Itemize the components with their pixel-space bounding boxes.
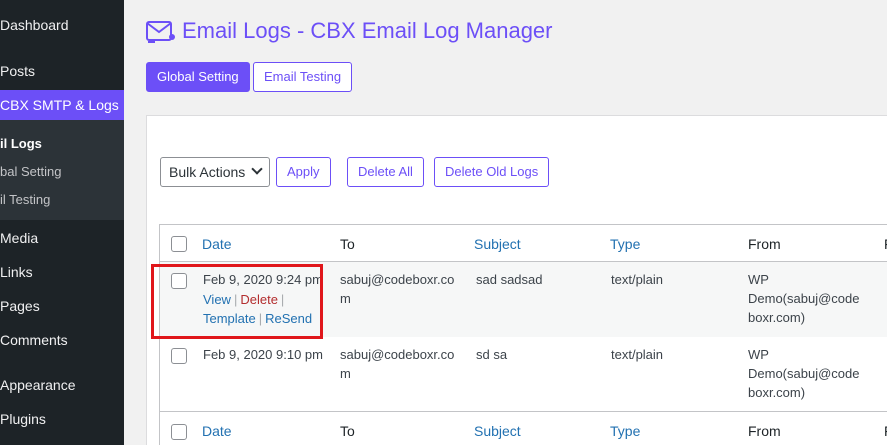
table-footer-row: Date To Subject Type From F (160, 411, 887, 445)
column-header-type[interactable]: Type (610, 236, 640, 252)
page-heading: Email Logs - CBX Email Log Manager (182, 18, 553, 43)
log-to: sabuj@codeboxr.co m (340, 270, 454, 308)
column-footer-date[interactable]: Date (202, 423, 232, 439)
log-from-line-1: WP (748, 272, 769, 287)
sidebar-item-pages[interactable]: Pages (0, 298, 40, 314)
log-from: WP Demo(sabuj@code boxr.com) (748, 345, 859, 402)
submenu-item-email-testing[interactable]: il Testing (0, 192, 50, 207)
log-to-line-1: sabuj@codeboxr.co (340, 347, 455, 362)
column-footer-from: From (748, 423, 781, 439)
sidebar-item-comments[interactable]: Comments (0, 332, 68, 348)
log-date: Feb 9, 2020 9:24 pm (203, 272, 323, 287)
log-from-line-3: boxr.com) (748, 385, 806, 400)
select-all-checkbox[interactable] (171, 236, 187, 252)
log-from: WP Demo(sabuj@code boxr.com) (748, 270, 859, 327)
sidebar-item-media[interactable]: Media (0, 230, 38, 246)
apply-button[interactable]: Apply (276, 157, 331, 187)
column-footer-to: To (340, 423, 355, 439)
log-from-line-2: Demo(sabuj@code (748, 291, 860, 306)
column-footer-type[interactable]: Type (610, 423, 640, 439)
sidebar-item-cbx-smtp-logs[interactable]: CBX SMTP & Logs (0, 90, 132, 120)
select-all-checkbox-footer[interactable] (171, 424, 187, 440)
column-header-to: To (340, 236, 355, 252)
log-to-line-2: m (340, 291, 351, 306)
submenu-item-email-logs[interactable]: il Logs (0, 136, 42, 151)
table-header-row: Date To Subject Type From F (160, 225, 887, 262)
view-link[interactable]: View (203, 292, 231, 307)
row-actions: View | Delete | (203, 290, 287, 309)
column-header-date[interactable]: Date (202, 236, 232, 252)
bulk-actions-select[interactable]: Bulk Actions (160, 157, 270, 187)
current-menu-arrow (124, 97, 132, 113)
chevron-down-icon (251, 163, 263, 175)
row-actions-2: Template | ReSend (203, 309, 312, 328)
global-setting-button[interactable]: Global Setting (146, 62, 250, 92)
resend-link[interactable]: ReSend (265, 311, 312, 326)
submenu-item-global-setting[interactable]: bal Setting (0, 164, 61, 179)
log-type: text/plain (611, 347, 664, 362)
action-separator: | (233, 292, 238, 307)
column-footer-subject[interactable]: Subject (474, 423, 521, 439)
table-row: Feb 9, 2020 9:10 pm sabuj@codeboxr.co m … (160, 337, 887, 411)
sidebar-item-dashboard[interactable]: Dashboard (0, 17, 69, 33)
row-checkbox[interactable] (171, 273, 187, 289)
log-from-line-3: boxr.com) (748, 310, 806, 325)
log-from-line-1: WP (748, 347, 769, 362)
sidebar-item-posts[interactable]: Posts (0, 63, 35, 79)
log-date: Feb 9, 2020 9:10 pm (203, 347, 323, 362)
table-row: Feb 9, 2020 9:24 pm View | Delete | Templat… (160, 262, 887, 337)
bulk-actions-label: Bulk Actions (169, 164, 246, 180)
sidebar-item-label: CBX SMTP & Logs (0, 97, 119, 113)
mail-icon (146, 21, 175, 43)
column-header-subject[interactable]: Subject (474, 236, 521, 252)
log-to-line-2: m (340, 366, 351, 381)
action-separator: | (258, 311, 263, 326)
log-subject: sd sa (476, 347, 508, 362)
page-title: Email Logs - CBX Email Log Manager (146, 18, 553, 44)
log-to-line-1: sabuj@codeboxr.co (340, 272, 455, 287)
sidebar-item-plugins[interactable]: Plugins (0, 411, 46, 427)
delete-link[interactable]: Delete (240, 292, 278, 307)
sidebar-submenu: il Logs bal Setting il Testing (0, 120, 124, 220)
log-from-line-2: Demo(sabuj@code (748, 366, 860, 381)
delete-all-button[interactable]: Delete All (347, 157, 424, 187)
log-subject: sad sadsad (476, 272, 543, 287)
template-link[interactable]: Template (203, 311, 256, 326)
action-separator: | (280, 292, 285, 307)
sidebar-item-appearance[interactable]: Appearance (0, 377, 76, 393)
email-logs-table: Date To Subject Type From F Feb 9, 2020 … (159, 224, 887, 445)
row-checkbox[interactable] (171, 348, 187, 364)
sidebar-item-links[interactable]: Links (0, 264, 33, 280)
admin-sidebar: Dashboard Posts CBX SMTP & Logs il Logs … (0, 0, 132, 445)
delete-old-logs-button[interactable]: Delete Old Logs (434, 157, 550, 187)
log-to: sabuj@codeboxr.co m (340, 345, 454, 383)
email-testing-button[interactable]: Email Testing (253, 62, 353, 92)
column-header-from: From (748, 236, 781, 252)
log-type: text/plain (611, 272, 664, 287)
